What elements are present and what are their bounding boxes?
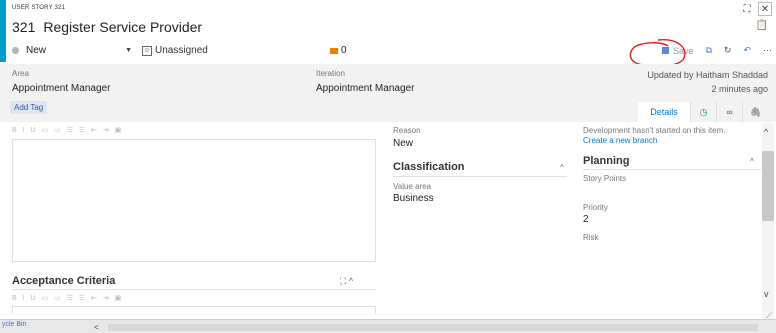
- create-branch-link[interactable]: Create a new branch: [583, 136, 657, 145]
- divider: [393, 176, 567, 177]
- work-item-id: 321: [12, 19, 36, 35]
- horizontal-scrollbar[interactable]: [108, 324, 758, 331]
- value-area-label: Value area: [393, 182, 432, 191]
- more-actions-icon[interactable]: ⋯: [763, 45, 772, 56]
- priority-field[interactable]: 2: [583, 214, 589, 225]
- updated-time: 2 minutes ago: [711, 84, 768, 94]
- acceptance-criteria-editor[interactable]: [12, 306, 376, 314]
- fields-bar: Area Appointment Manager Iteration Appoi…: [0, 64, 776, 122]
- chevron-up-icon[interactable]: ^: [750, 157, 754, 166]
- priority-label: Priority: [583, 203, 608, 212]
- recycle-bin-link[interactable]: ycle Bin: [2, 321, 27, 328]
- description-toolbar[interactable]: B I U ▭ ▭ ☰ ☰ ⇤ ⇥ ▣: [12, 126, 123, 134]
- area-label: Area: [12, 69, 29, 78]
- planning-heading[interactable]: Planning: [583, 155, 629, 167]
- divider: [583, 169, 761, 170]
- work-item-type-label: USER STORY 321: [12, 5, 66, 11]
- state-value: New: [26, 45, 47, 56]
- maximize-icon[interactable]: ⛶: [340, 276, 346, 286]
- state-dropdown[interactable]: New ▼: [12, 45, 132, 56]
- chevron-left-icon[interactable]: <: [94, 323, 99, 332]
- refresh-icon[interactable]: ↻: [724, 45, 732, 56]
- value-area-field[interactable]: Business: [393, 193, 434, 204]
- form-tabs: Details ◷ ∞ 🖇: [638, 102, 768, 122]
- updated-by[interactable]: Updated by Haitham Shaddad: [647, 70, 768, 80]
- history-icon[interactable]: ◷: [690, 102, 716, 122]
- acceptance-criteria-toolbar[interactable]: B I U ▭ ▭ ☰ ☰ ⇤ ⇥ ▣: [12, 294, 123, 302]
- assigned-to-field[interactable]: ☺ Unassigned: [142, 45, 208, 56]
- scroll-thumb[interactable]: [762, 151, 774, 221]
- attachments-icon[interactable]: 🖇: [742, 102, 768, 122]
- state-dot-icon: [12, 47, 19, 54]
- tab-details[interactable]: Details: [638, 102, 690, 122]
- acceptance-criteria-heading: Acceptance Criteria: [12, 275, 116, 287]
- development-status: Development hasn't started on this item.: [583, 126, 726, 135]
- person-icon: ☺: [142, 45, 152, 56]
- discussion-count: 0: [341, 45, 347, 56]
- links-icon[interactable]: ∞: [716, 102, 742, 122]
- assigned-to-value: Unassigned: [155, 45, 208, 56]
- undo-icon[interactable]: ↶: [743, 45, 751, 56]
- iteration-field[interactable]: Appointment Manager: [316, 83, 414, 94]
- work-item-title-text[interactable]: Register Service Provider: [43, 19, 202, 35]
- add-tag-button[interactable]: Add Tag: [10, 101, 48, 114]
- work-item-title[interactable]: 321 Register Service Provider: [12, 19, 202, 35]
- copy-icon[interactable]: ⧉: [705, 45, 711, 56]
- risk-label: Risk: [583, 233, 599, 242]
- maximize-icon[interactable]: ⛶: [740, 2, 754, 16]
- close-icon[interactable]: ✕: [758, 2, 772, 16]
- reason-field[interactable]: New: [393, 138, 413, 149]
- scroll-down-icon[interactable]: v: [764, 289, 769, 299]
- background-bottom-bar: ycle Bin <: [0, 319, 776, 333]
- area-field[interactable]: Appointment Manager: [12, 83, 110, 94]
- description-editor[interactable]: [12, 139, 376, 262]
- comment-icon: [330, 47, 338, 54]
- chevron-down-icon: ▼: [125, 47, 132, 54]
- divider: [12, 289, 376, 290]
- classification-heading[interactable]: Classification: [393, 161, 465, 173]
- vertical-scrollbar[interactable]: ^ v: [762, 123, 774, 319]
- reason-label: Reason: [393, 126, 421, 135]
- chevron-up-icon[interactable]: ^: [349, 276, 353, 286]
- acceptance-criteria-controls: ⛶ ^: [340, 276, 353, 287]
- attachment-icon[interactable]: 📋: [756, 20, 768, 31]
- discussion-indicator[interactable]: 0: [330, 45, 347, 56]
- window-controls: ⛶ ✕: [740, 2, 772, 16]
- iteration-label: Iteration: [316, 69, 345, 78]
- story-points-label: Story Points: [583, 174, 627, 183]
- scroll-up-icon[interactable]: ^: [764, 127, 768, 137]
- chevron-up-icon[interactable]: ^: [560, 163, 564, 172]
